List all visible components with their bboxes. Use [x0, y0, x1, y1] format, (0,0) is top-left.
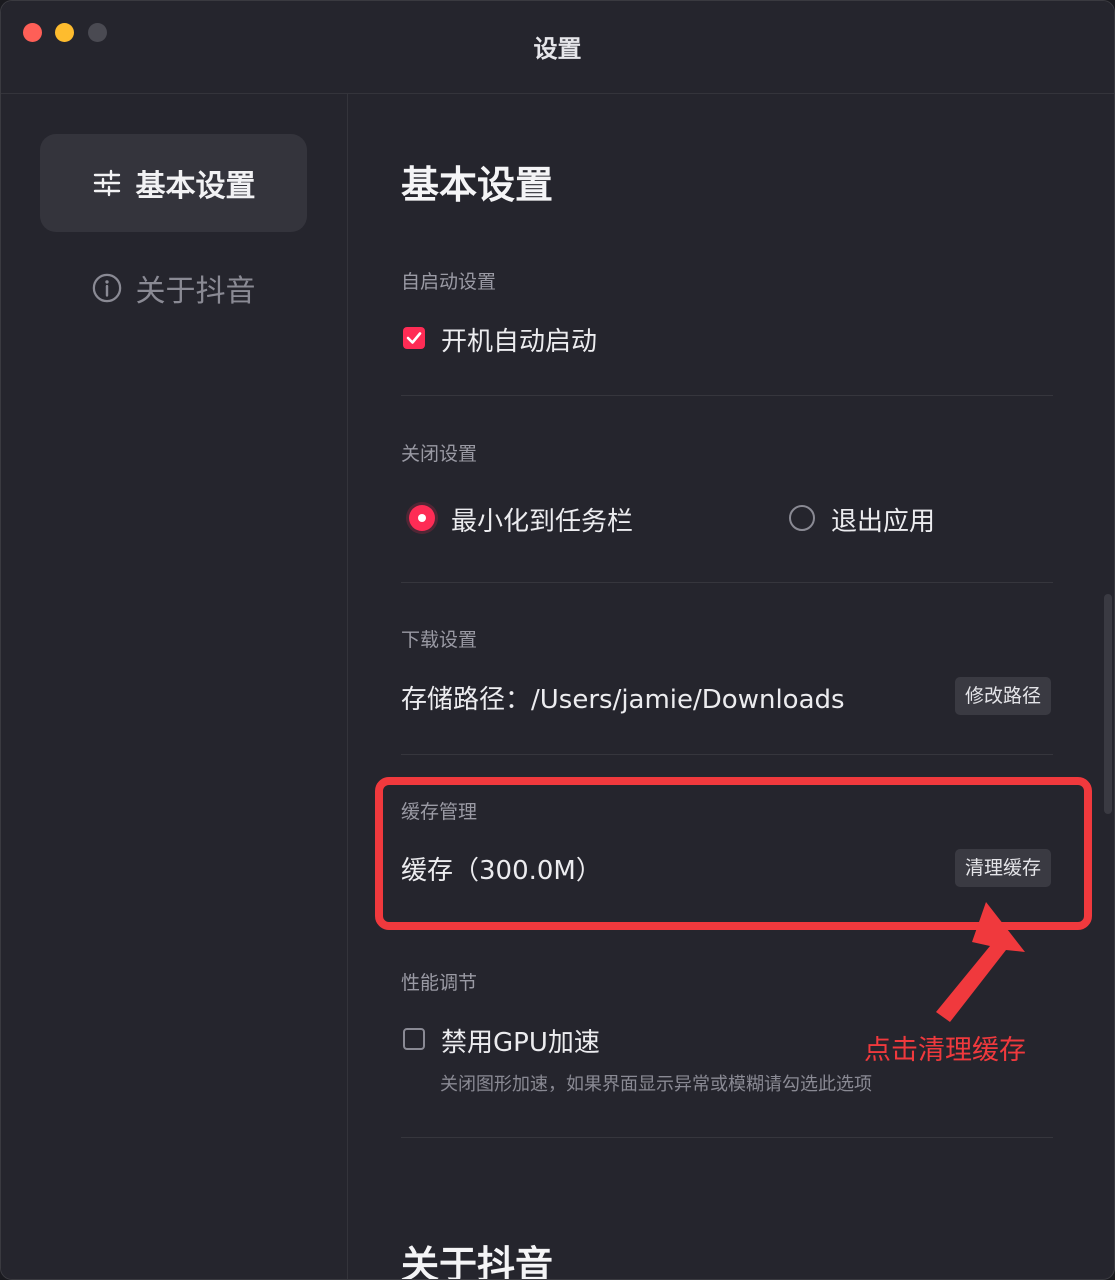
- close-section-label: 关闭设置: [401, 443, 478, 465]
- divider: [401, 754, 1053, 755]
- sidebar-item-label: 基本设置: [135, 169, 256, 204]
- download-section-label: 下载设置: [401, 629, 478, 651]
- radio-quit-app[interactable]: [789, 505, 815, 531]
- autostart-option-label[interactable]: 开机自动启动: [441, 321, 597, 358]
- checkmark-icon: [406, 332, 422, 344]
- divider: [401, 1137, 1053, 1138]
- info-circle-icon: [92, 273, 121, 303]
- settings-content: 基本设置 自启动设置 开机自动启动 关闭设置 最小化到任务栏 退出应用 下载设置…: [348, 94, 1114, 1280]
- change-path-button[interactable]: 修改路径: [955, 677, 1052, 715]
- sidebar: 基本设置 关于抖音: [1, 94, 348, 1279]
- radio-minimize-to-taskbar[interactable]: [409, 505, 435, 531]
- disable-gpu-hint: 关闭图形加速，如果界面显示异常或模糊请勾选此选项: [440, 1074, 872, 1095]
- window-title: 设置: [533, 35, 582, 63]
- sliders-icon: [93, 169, 120, 197]
- divider: [401, 395, 1053, 396]
- download-path-text: 存储路径：/Users/jamie/Downloads: [401, 685, 845, 715]
- sidebar-item-basic-settings[interactable]: 基本设置: [40, 134, 307, 232]
- annotation-arrow-icon: [936, 902, 1025, 1022]
- radio-label-quit[interactable]: 退出应用: [831, 501, 935, 538]
- disable-gpu-label[interactable]: 禁用GPU加速: [441, 1022, 600, 1059]
- title-bar: 设置: [1, 1, 1114, 94]
- performance-section-label: 性能调节: [401, 972, 478, 994]
- autostart-checkbox[interactable]: [403, 327, 425, 349]
- scrollbar[interactable]: [1104, 594, 1112, 814]
- divider: [401, 582, 1053, 583]
- page-title: 基本设置: [401, 163, 554, 207]
- autostart-section-label: 自启动设置: [401, 271, 497, 293]
- sidebar-item-about[interactable]: 关于抖音: [40, 239, 307, 337]
- about-section-title: 关于抖音: [401, 1243, 554, 1280]
- radio-label-minimize[interactable]: 最小化到任务栏: [451, 501, 633, 538]
- disable-gpu-checkbox[interactable]: [403, 1028, 425, 1050]
- settings-window: 设置 基本设置 关于抖音 基本设置 自启动设置 开机自动启动 关闭设置 最小化到…: [0, 0, 1115, 1280]
- sidebar-item-label: 关于抖音: [135, 274, 256, 309]
- annotation-text: 点击清理缓存: [864, 1035, 1026, 1066]
